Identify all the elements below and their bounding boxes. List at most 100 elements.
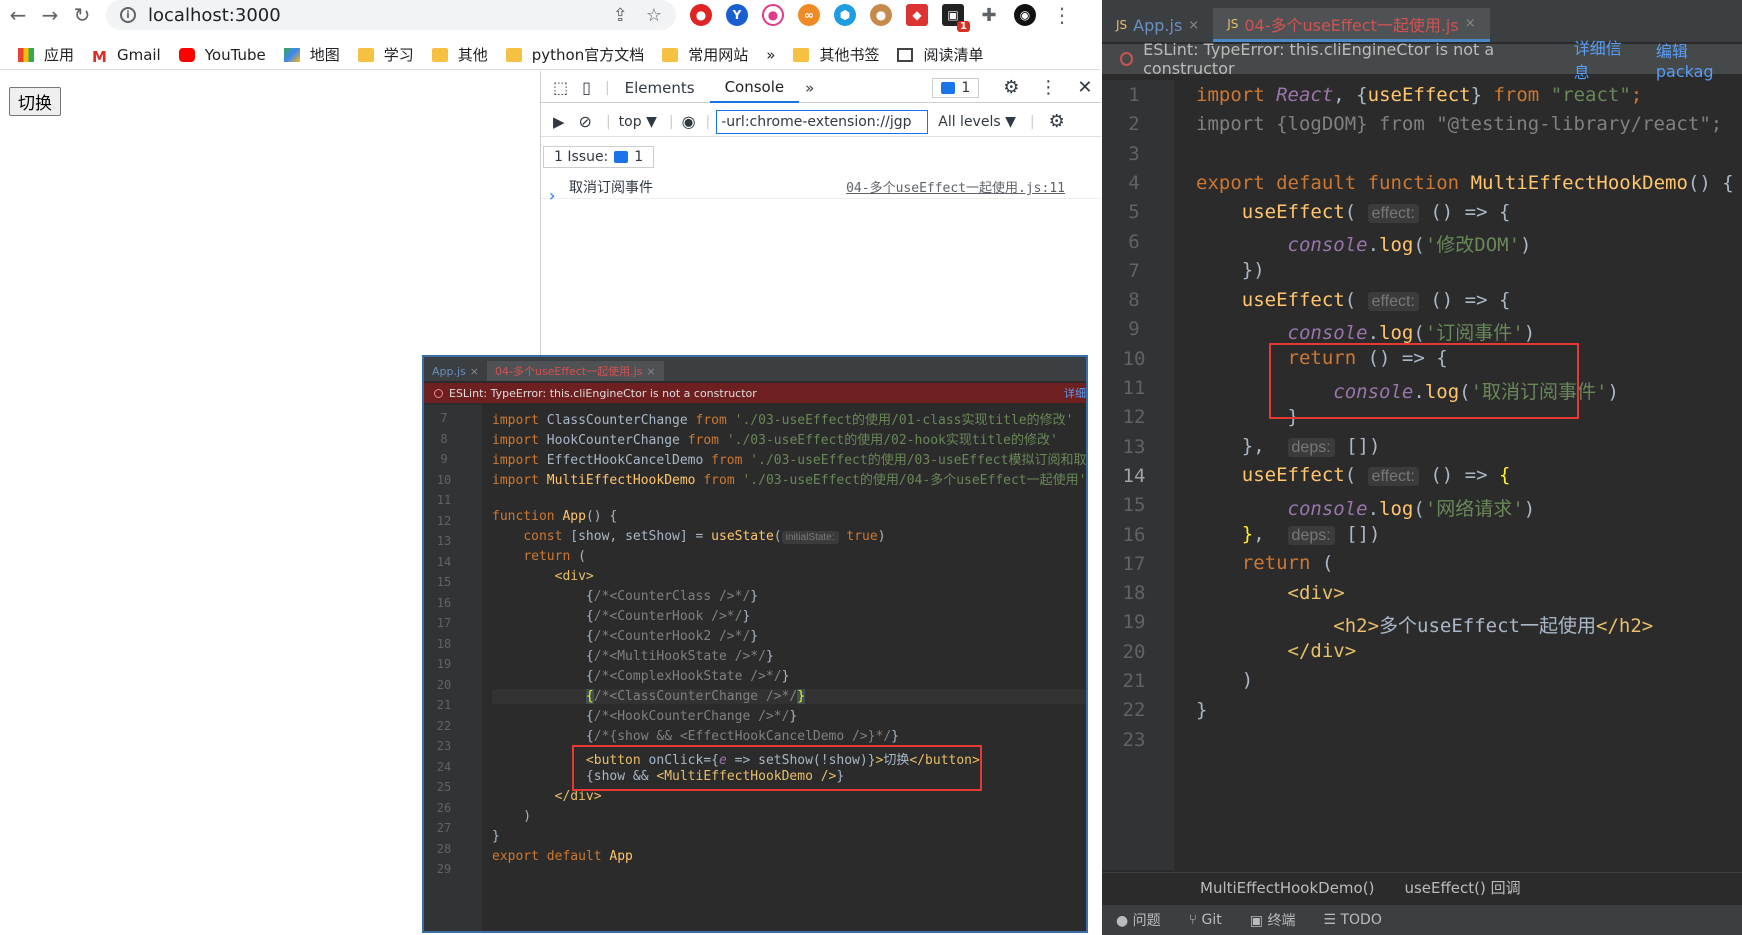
- terminal-tool[interactable]: ▣ 终端: [1250, 910, 1296, 930]
- bookmark-label: 应用: [44, 46, 75, 64]
- code-line: console.log('订阅事件'): [1287, 322, 1536, 344]
- reading-list[interactable]: 阅读清单: [897, 44, 983, 65]
- extension-cookie-icon[interactable]: ●: [870, 4, 892, 26]
- bookmark-folder-sites[interactable]: 常用网站: [662, 44, 748, 65]
- divider: |: [605, 113, 611, 130]
- tab-more[interactable]: »: [799, 73, 820, 103]
- bookmark-maps[interactable]: 地图: [283, 44, 340, 65]
- code-line: import {logDOM} from "@testing-library/r…: [1196, 113, 1723, 135]
- bookmark-folder-study[interactable]: 学习: [357, 44, 414, 65]
- folder-icon: [505, 47, 522, 62]
- line-number: 1: [1128, 84, 1140, 106]
- extensions-puzzle-icon[interactable]: ✚: [978, 4, 1000, 26]
- code-line: {/*<ComplexHookState />*/}: [492, 669, 790, 684]
- tab-elements[interactable]: Elements: [610, 73, 710, 103]
- filter-input[interactable]: [716, 109, 929, 134]
- context-select[interactable]: top ▼: [619, 114, 657, 130]
- inspect-icon[interactable]: ⬚: [553, 78, 568, 97]
- filter-field[interactable]: [716, 109, 929, 134]
- tab-multi-effect[interactable]: 04-多个useEffect一起使用.js ×: [487, 361, 664, 381]
- line-number: 7: [1128, 259, 1140, 282]
- code-line: function App() {: [492, 509, 618, 524]
- git-tool[interactable]: ⑂ Git: [1189, 912, 1222, 928]
- git-icon: ⑂: [1188, 912, 1198, 928]
- line-number: 27: [436, 821, 452, 835]
- tab-app-js[interactable]: JS App.js ×: [1102, 8, 1213, 42]
- line-number: 14: [436, 554, 452, 569]
- console-settings-icon[interactable]: ⚙: [1049, 111, 1065, 132]
- code-line: export default App: [492, 849, 633, 864]
- log-levels-select[interactable]: All levels ▼: [938, 114, 1016, 130]
- console-prompt[interactable]: ›: [541, 183, 1101, 207]
- bookmark-apps[interactable]: 应用: [18, 44, 74, 65]
- message-icon: [941, 81, 956, 94]
- problems-icon: ●: [1116, 913, 1129, 929]
- close-icon[interactable]: ×: [646, 365, 655, 378]
- close-icon[interactable]: ×: [470, 365, 479, 378]
- bookmark-label: 地图: [309, 46, 340, 64]
- ide-tabs: JS App.js × JS 04-多个useEffect一起使用.js ×: [1102, 0, 1742, 42]
- share-icon[interactable]: ⇪: [613, 5, 628, 26]
- extension-record-icon[interactable]: ●: [762, 4, 784, 26]
- problems-tool[interactable]: ● 问题: [1116, 910, 1161, 930]
- extension-game-icon[interactable]: ◆: [906, 4, 928, 26]
- tab-app-js[interactable]: App.js ×: [424, 361, 487, 381]
- reload-icon[interactable]: ↻: [68, 1, 96, 29]
- profile-avatar[interactable]: ◉: [1014, 4, 1036, 26]
- messages-badge[interactable]: 1: [932, 77, 980, 98]
- code-line: }: [492, 829, 500, 844]
- close-icon[interactable]: ×: [1188, 18, 1199, 33]
- close-icon[interactable]: ✕: [1077, 77, 1092, 98]
- bookmark-star-icon[interactable]: ☆: [646, 5, 662, 26]
- site-info-icon[interactable]: i: [120, 7, 136, 23]
- toggle-button[interactable]: 切换: [9, 87, 61, 116]
- line-number: 16: [1122, 523, 1146, 546]
- divider: |: [705, 113, 711, 130]
- settings-gear-icon[interactable]: ⚙: [1003, 77, 1019, 98]
- bookmark-folder-others[interactable]: 其他书签: [793, 44, 879, 65]
- bookmark-label: 常用网站: [688, 46, 749, 64]
- folder-icon: [793, 47, 810, 62]
- extension-y-icon[interactable]: Y: [726, 4, 748, 26]
- code-line: {/*<CounterHook2 />*/}: [492, 629, 759, 644]
- bookmark-gmail[interactable]: M Gmail: [92, 46, 161, 66]
- code-line: <div>: [554, 569, 594, 584]
- eslint-details-link[interactable]: 详细信息: [1574, 35, 1632, 83]
- bookmark-folder-other[interactable]: 其他: [431, 44, 488, 65]
- code-line: ): [492, 809, 532, 824]
- extension-hex-icon[interactable]: ⬢: [834, 4, 856, 26]
- back-icon[interactable]: ←: [4, 1, 32, 29]
- eslint-details-link[interactable]: 详细: [1064, 385, 1086, 401]
- breadcrumb-function[interactable]: MultiEffectHookDemo(): [1200, 879, 1374, 897]
- tab-label: App.js: [432, 364, 466, 378]
- eslint-edit-package-link[interactable]: 编辑 packag: [1656, 38, 1742, 81]
- live-expression-eye-icon[interactable]: ◉: [682, 112, 696, 131]
- menu-dots-icon[interactable]: ⋮: [1048, 1, 1076, 29]
- url-input[interactable]: i localhost:3000 ⇪ ☆: [106, 0, 676, 30]
- more-vert-icon[interactable]: ⋮: [1039, 77, 1057, 98]
- todo-tool[interactable]: ☰ TODO: [1323, 912, 1381, 928]
- device-toggle-icon[interactable]: ▯: [582, 78, 591, 97]
- line-number: 10: [436, 472, 452, 487]
- breadcrumb-callback[interactable]: useEffect() 回调: [1404, 877, 1520, 898]
- sidebar-toggle-icon[interactable]: ▶: [553, 113, 565, 131]
- reading-list-icon: [897, 47, 914, 62]
- issues-badge[interactable]: 1 Issue: 1: [543, 146, 655, 168]
- code-line: import HookCounterChange from './03-useE…: [492, 433, 1058, 448]
- bookmark-youtube[interactable]: YouTube: [178, 46, 266, 64]
- close-icon[interactable]: ×: [1465, 16, 1476, 31]
- extension-badge-icon[interactable]: ▣ 1: [942, 4, 970, 32]
- extension-infinity-icon[interactable]: ∞: [798, 4, 820, 26]
- tab-multi-effect[interactable]: JS 04-多个useEffect一起使用.js ×: [1213, 8, 1490, 42]
- tab-console[interactable]: Console: [709, 73, 800, 103]
- error-icon: [1120, 52, 1134, 66]
- bookmarks-overflow[interactable]: »: [766, 46, 775, 64]
- bookmark-folder-python[interactable]: python官方文档: [505, 44, 644, 65]
- extension-adblock-icon[interactable]: ●: [690, 4, 712, 26]
- ide-small-tabs: App.js × 04-多个useEffect一起使用.js ×: [424, 357, 1086, 381]
- tool-label: 终端: [1267, 913, 1296, 929]
- tool-label: 问题: [1132, 913, 1161, 929]
- clear-console-icon[interactable]: ⊘: [579, 112, 592, 131]
- forward-icon[interactable]: →: [36, 1, 64, 29]
- code-line: <div>: [1287, 582, 1345, 604]
